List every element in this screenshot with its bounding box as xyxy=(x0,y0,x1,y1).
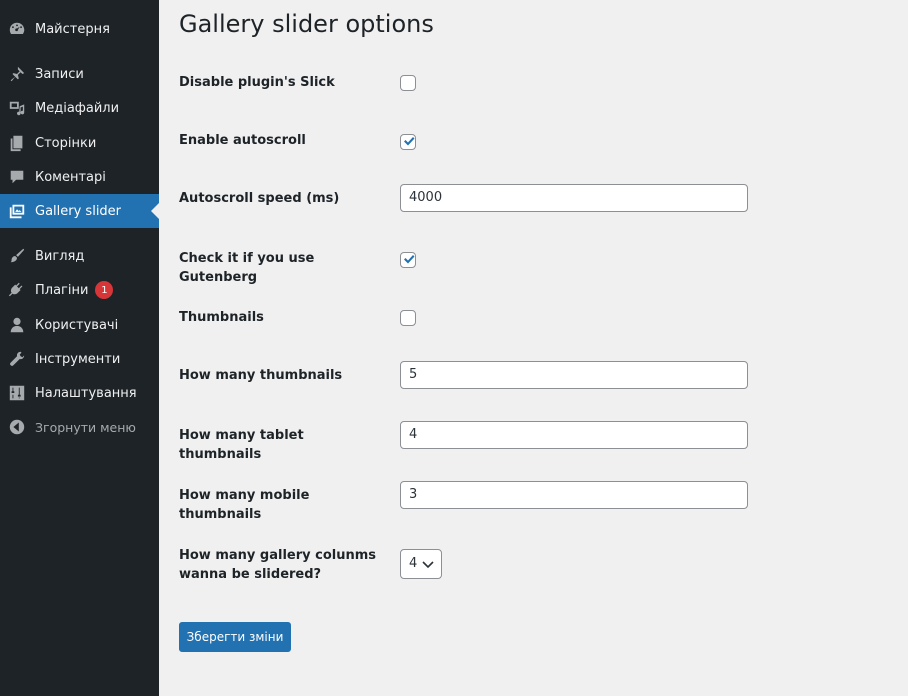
thumbnails-count-input[interactable]: 5 xyxy=(400,361,748,389)
sidebar-item-users[interactable]: Користувачі xyxy=(0,308,159,342)
sidebar-item-label: Медіафайли xyxy=(35,100,120,116)
sidebar-item-label: Згорнути меню xyxy=(35,419,136,435)
enable-autoscroll-checkbox[interactable] xyxy=(400,134,416,150)
sidebar-item-label: Коментарі xyxy=(35,169,106,185)
user-icon xyxy=(7,315,27,335)
sidebar-item-label: Сторінки xyxy=(35,135,97,151)
sidebar-item-tools[interactable]: Інструменти xyxy=(0,342,159,376)
sidebar-item-label: Записи xyxy=(35,66,84,82)
gutenberg-label: Check it if you use Gutenberg xyxy=(179,251,315,285)
sidebar-item-posts[interactable]: Записи xyxy=(0,57,159,91)
sidebar-item-label: Налаштування xyxy=(35,385,137,401)
gallery-columns-label-line1: How many gallery colunms xyxy=(179,548,377,563)
sidebar-item-media[interactable]: Медіафайли xyxy=(0,91,159,125)
admin-sidebar: Майстерня Записи Медіафайли Сторінки Ком… xyxy=(0,0,159,696)
dashboard-icon xyxy=(7,19,27,39)
media-icon xyxy=(7,98,27,118)
sidebar-item-comments[interactable]: Коментарі xyxy=(0,160,159,194)
sidebar-item-settings[interactable]: Налаштування xyxy=(0,376,159,410)
plugin-icon xyxy=(7,280,27,300)
appearance-brush-icon xyxy=(7,246,27,266)
gallery-columns-select[interactable]: 4 xyxy=(400,549,442,579)
gallery-columns-selected-value: 4 xyxy=(409,556,418,571)
thumbnails-label: Thumbnails xyxy=(179,310,264,325)
tablet-thumbnails-label: How many tablet thumbnails xyxy=(179,428,304,462)
collapse-menu-button[interactable]: Згорнути меню xyxy=(0,410,159,444)
sidebar-item-label: Майстерня xyxy=(35,21,110,37)
mobile-thumbnails-input[interactable]: 3 xyxy=(400,481,748,509)
thumbnails-count-label: How many thumbnails xyxy=(179,368,343,383)
thumbnails-checkbox[interactable] xyxy=(400,310,416,326)
disable-slick-label: Disable plugin's Slick xyxy=(179,75,335,90)
sidebar-item-appearance[interactable]: Вигляд xyxy=(0,239,159,273)
enable-autoscroll-label: Enable autoscroll xyxy=(179,133,306,148)
autoscroll-speed-input[interactable]: 4000 xyxy=(400,184,748,212)
settings-sliders-icon xyxy=(7,383,27,403)
tablet-thumbnails-input[interactable]: 4 xyxy=(400,421,748,449)
sidebar-item-label: Інструменти xyxy=(35,351,121,367)
sidebar-item-gallery-slider[interactable]: Gallery slider xyxy=(0,194,159,228)
sidebar-item-label: Користувачі xyxy=(35,317,119,333)
update-count-badge: 1 xyxy=(95,281,114,299)
collapse-arrow-icon xyxy=(7,417,27,437)
comment-icon xyxy=(7,167,27,187)
checkmark-icon xyxy=(404,137,415,146)
gallery-icon xyxy=(7,201,27,221)
page-title: Gallery slider options xyxy=(179,10,434,38)
disable-slick-checkbox[interactable] xyxy=(400,75,416,91)
gutenberg-checkbox[interactable] xyxy=(400,252,416,268)
pushpin-icon xyxy=(7,64,27,84)
gallery-columns-label-line2: wanna be slidered? xyxy=(179,567,322,582)
gallery-columns-label: How many gallery colunms wanna be slider… xyxy=(179,546,389,584)
autoscroll-speed-label: Autoscroll speed (ms) xyxy=(179,191,340,206)
sidebar-item-label: Вигляд xyxy=(35,248,85,264)
main-content: Gallery slider options Disable plugin's … xyxy=(179,0,908,696)
sidebar-item-plugins[interactable]: Плагіни 1 xyxy=(0,273,159,307)
sidebar-item-label: Gallery slider xyxy=(35,203,122,219)
pages-icon xyxy=(7,133,27,153)
sidebar-item-label: Плагіни xyxy=(35,282,89,298)
save-changes-button[interactable]: Зберегти зміни xyxy=(179,622,291,652)
chevron-down-icon xyxy=(422,561,434,569)
checkmark-icon xyxy=(404,255,415,264)
sidebar-item-pages[interactable]: Сторінки xyxy=(0,126,159,160)
sidebar-item-dashboard[interactable]: Майстерня xyxy=(0,12,159,46)
mobile-thumbnails-label: How many mobile thumbnails xyxy=(179,488,310,522)
wrench-icon xyxy=(7,349,27,369)
